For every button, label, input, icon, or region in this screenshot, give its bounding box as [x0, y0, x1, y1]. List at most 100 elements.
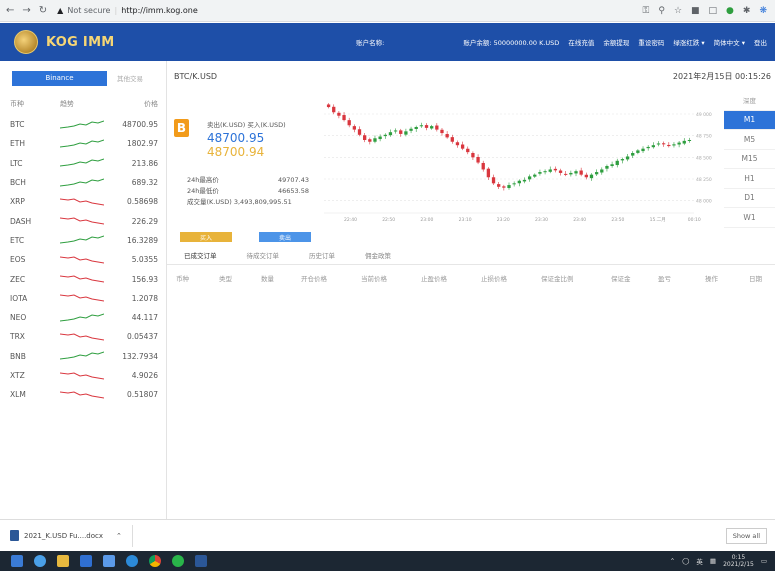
download-filename[interactable]: 2021_K.USD Fu....docx — [24, 532, 103, 540]
period-h1[interactable]: H1 — [724, 169, 775, 189]
word-icon[interactable] — [195, 555, 207, 567]
trend-sparkline-icon — [59, 255, 116, 265]
extension-icon[interactable]: ● — [726, 6, 734, 16]
candle-body — [404, 131, 408, 135]
coin-row-dash[interactable]: DASH 226.29 — [0, 211, 166, 230]
candle-body — [533, 174, 537, 177]
download-item[interactable]: 2021_K.USD Fu....docx ⌃ — [0, 524, 133, 547]
chrome-icon[interactable] — [149, 555, 161, 567]
url-text[interactable]: http://imm.kog.one — [121, 6, 198, 15]
candle-body — [641, 148, 645, 152]
col-open-price: 开仓价格 — [301, 275, 327, 283]
candle-body — [378, 136, 382, 140]
candle-body — [326, 104, 331, 108]
mail-icon[interactable] — [80, 555, 92, 567]
store-icon[interactable] — [103, 555, 115, 567]
logo-icon[interactable] — [14, 30, 38, 54]
candle-body — [538, 172, 542, 174]
x-tick-label: 22:50 — [382, 217, 395, 223]
star-icon[interactable]: ☆ — [674, 6, 682, 16]
language-dropdown[interactable]: 简体中文 ▾ — [714, 37, 745, 47]
tab-other-exchanges[interactable]: 其他交易 — [117, 73, 143, 83]
col-actions: 操作 — [705, 275, 718, 283]
windows-start-icon[interactable] — [11, 555, 23, 567]
address-bar[interactable]: ▲ Not secure | http://imm.kog.one — [57, 6, 198, 15]
period-m5[interactable]: M5 — [724, 130, 775, 150]
candle-body — [610, 164, 614, 166]
chevron-up-icon[interactable]: ⌃ — [670, 557, 675, 565]
nav-reset-password[interactable]: 重设密码 — [638, 37, 664, 47]
candle-body — [620, 159, 625, 161]
candle-body — [347, 120, 351, 126]
puzzle-icon[interactable]: ✱ — [743, 6, 751, 16]
nav-deposit[interactable]: 在线充值 — [568, 37, 594, 47]
datetime: 2021年2月15日 00:15:26 — [672, 71, 771, 81]
file-explorer-icon[interactable] — [57, 555, 69, 567]
reload-icon[interactable]: ↻ — [39, 5, 47, 16]
keyboard-icon[interactable]: ▦ — [710, 557, 716, 565]
candle-body — [569, 172, 573, 175]
messenger-icon[interactable] — [172, 555, 184, 567]
period-depth[interactable]: 深度 — [724, 91, 775, 111]
tab-filled-orders[interactable]: 已成交订单 — [184, 250, 217, 264]
tab-pending-orders[interactable]: 待成交订单 — [247, 250, 280, 264]
color-scheme-dropdown[interactable]: 绿涨红跌 ▾ — [673, 37, 704, 47]
candlestick-chart[interactable]: 49 000 48 750 48 500 48 250 48 000 22:40 22:50… — [322, 93, 724, 233]
forward-icon[interactable]: → — [22, 5, 30, 16]
trend-sparkline-icon — [59, 197, 116, 207]
period-m1[interactable]: M1 — [724, 110, 775, 130]
coin-row-xlm[interactable]: XLM 0.51807 — [0, 385, 166, 404]
period-d1[interactable]: D1 — [724, 189, 775, 208]
period-w1[interactable]: W1 — [724, 208, 775, 228]
coin-row-zec[interactable]: ZEC 156.93 — [0, 269, 166, 288]
extension-icon[interactable]: ■ — [691, 6, 700, 16]
nav-withdraw[interactable]: 余额提现 — [603, 37, 629, 47]
app-icon[interactable] — [126, 555, 138, 567]
logout-link[interactable]: 登出 — [754, 37, 767, 47]
tab-binance[interactable]: Binance — [12, 70, 107, 86]
tab-history-orders[interactable]: 历史订单 — [309, 250, 335, 264]
coin-row-bnb[interactable]: BNB 132.7934 — [0, 347, 166, 366]
coin-row-neo[interactable]: NEO 44.117 — [0, 308, 166, 327]
chevron-up-icon[interactable]: ⌃ — [116, 532, 122, 540]
zoom-icon[interactable]: ⚲ — [658, 6, 665, 16]
candle-body — [476, 156, 480, 163]
coin-row-trx[interactable]: TRX 0.05437 — [0, 327, 166, 346]
coin-row-ltc[interactable]: LTC 213.86 — [0, 154, 166, 173]
system-clock[interactable]: 0:15 2021/2/15 — [723, 554, 754, 568]
buy-price: 48700.94 — [207, 145, 265, 159]
coin-row-eth[interactable]: ETH 1802.97 — [0, 134, 166, 153]
coin-row-xtz[interactable]: XTZ 4.9026 — [0, 366, 166, 385]
extension-icon[interactable]: □ — [709, 6, 718, 16]
period-m15[interactable]: M15 — [724, 150, 775, 169]
sell-button[interactable]: 卖出 — [259, 232, 311, 242]
candle-body — [522, 179, 527, 182]
x-tick-label: 23:40 — [573, 217, 586, 223]
trend-sparkline-icon — [59, 390, 116, 400]
coin-price: 0.51807 — [126, 390, 158, 400]
coin-symbol: BCH — [10, 178, 26, 188]
candle-body — [455, 142, 460, 146]
back-icon[interactable]: ← — [6, 5, 14, 16]
ime-indicator[interactable]: 英 — [696, 556, 703, 566]
candle-body — [543, 171, 547, 173]
coin-row-iota[interactable]: IOTA 1.2078 — [0, 289, 166, 308]
show-all-button[interactable]: Show all — [725, 527, 767, 544]
coin-row-etc[interactable]: ETC 16.3289 — [0, 231, 166, 250]
coin-row-btc[interactable]: BTC 48700.95 — [0, 115, 166, 134]
profile-icon[interactable]: ❋ — [759, 6, 767, 16]
key-icon[interactable]: ⚿ — [642, 6, 649, 16]
network-icon[interactable]: ◯ — [682, 557, 689, 565]
coin-row-bch[interactable]: BCH 689.32 — [0, 173, 166, 192]
buy-button[interactable]: 买入 — [180, 232, 232, 242]
notification-icon[interactable]: ▭ — [761, 557, 767, 565]
col-trend: 趋势 — [60, 100, 74, 108]
edge-icon[interactable] — [34, 555, 46, 567]
sell-price: 48700.95 — [207, 131, 265, 145]
brand-name: KOG IMM — [46, 34, 115, 50]
coin-row-xrp[interactable]: XRP 0.58698 — [0, 192, 166, 211]
x-tick-label: 23:50 — [611, 217, 624, 223]
tab-commission-policy[interactable]: 佣金政策 — [365, 250, 391, 264]
coin-row-eos[interactable]: EOS 5.0355 — [0, 250, 166, 269]
candle-body — [363, 135, 367, 140]
